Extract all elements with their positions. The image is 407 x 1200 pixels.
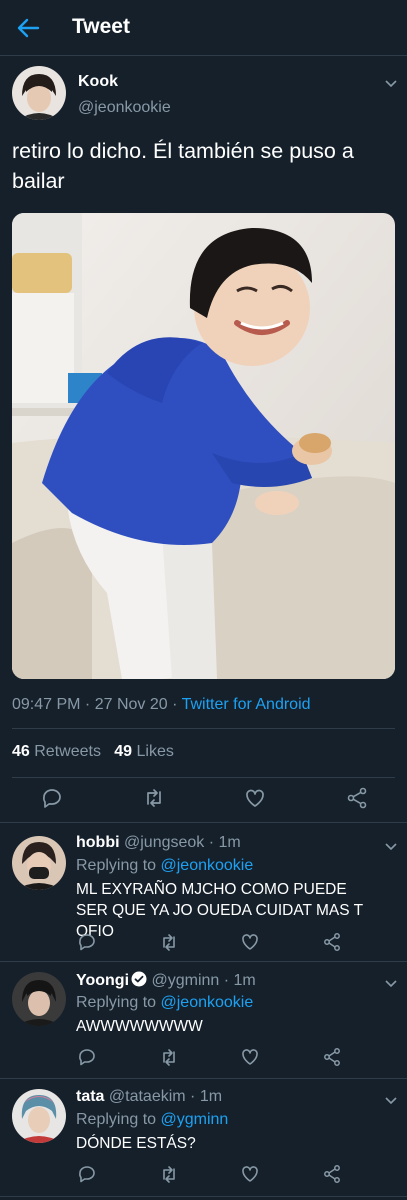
- retweet-icon[interactable]: [157, 1162, 181, 1186]
- reply-name[interactable]: Yoongi: [76, 972, 129, 989]
- chevron-down-icon[interactable]: [384, 76, 398, 88]
- retweets-count[interactable]: 46: [12, 743, 30, 760]
- reply-name[interactable]: hobbi: [76, 834, 120, 851]
- divider: [12, 728, 395, 729]
- reply-author: Yoongi @ygminn · 1m: [76, 971, 256, 990]
- retweet-icon[interactable]: [157, 1045, 181, 1069]
- replying-to: Replying to @jeonkookie: [76, 994, 253, 1012]
- tweet-stats: 46 Retweets 49 Likes: [12, 743, 174, 761]
- tweet-source-link[interactable]: Twitter for Android: [182, 696, 311, 713]
- replying-to: Replying to @jeonkookie: [76, 857, 253, 875]
- page-title: Tweet: [72, 15, 130, 38]
- avatar[interactable]: [12, 66, 66, 120]
- reply-actions: [0, 1162, 407, 1192]
- tweet-timestamp: 09:47 PM · 27 Nov 20 · Twitter for Andro…: [12, 696, 311, 714]
- mention-link[interactable]: @ygminn: [161, 1111, 229, 1128]
- divider: [12, 777, 395, 778]
- tweet-text: retiro lo dicho. Él también se puso a ba…: [12, 139, 354, 193]
- like-icon[interactable]: [238, 1162, 262, 1186]
- avatar[interactable]: [12, 836, 66, 890]
- reply-icon[interactable]: [75, 1162, 99, 1186]
- share-icon[interactable]: [320, 930, 344, 954]
- divider: [0, 961, 407, 962]
- reply-author: tata @tataekim · 1m: [76, 1088, 222, 1106]
- reply-author: hobbi @jungseok · 1m: [76, 834, 241, 852]
- divider: [0, 1196, 407, 1197]
- chevron-down-icon[interactable]: [384, 839, 398, 851]
- chevron-down-icon[interactable]: [384, 976, 398, 988]
- retweet-icon[interactable]: [157, 930, 181, 954]
- divider: [0, 1078, 407, 1079]
- reply-icon[interactable]: [40, 786, 64, 810]
- author-handle[interactable]: @jeonkookie: [78, 99, 171, 117]
- tweet-actions: [0, 786, 407, 816]
- mention-link[interactable]: @jeonkookie: [161, 857, 254, 874]
- likes-label[interactable]: Likes: [132, 743, 174, 760]
- replying-to: Replying to @ygminn: [76, 1111, 228, 1129]
- share-icon[interactable]: [320, 1045, 344, 1069]
- avatar[interactable]: [12, 1089, 66, 1143]
- verified-badge-icon: [131, 971, 147, 987]
- replying-label: Replying to: [76, 857, 161, 874]
- reply-text: AWWWWWWWW: [76, 1018, 203, 1035]
- reply-text: DÓNDE ESTÁS?: [76, 1135, 196, 1152]
- reply-handle[interactable]: @tataekim · 1m: [104, 1088, 222, 1105]
- reply-actions: [0, 1045, 407, 1075]
- like-icon[interactable]: [238, 930, 262, 954]
- retweet-icon[interactable]: [142, 786, 166, 810]
- reply-handle[interactable]: @ygminn · 1m: [147, 972, 255, 989]
- reply-handle[interactable]: @jungseok · 1m: [120, 834, 241, 851]
- share-icon[interactable]: [320, 1162, 344, 1186]
- reply-icon[interactable]: [75, 930, 99, 954]
- reply-icon[interactable]: [75, 1045, 99, 1069]
- share-icon[interactable]: [345, 786, 369, 810]
- tweet-time: 09:47 PM · 27 Nov 20 ·: [12, 696, 182, 713]
- avatar[interactable]: [12, 972, 66, 1026]
- replying-label: Replying to: [76, 1111, 161, 1128]
- tweet-photo[interactable]: [12, 213, 395, 679]
- author-name[interactable]: Kook: [78, 73, 118, 91]
- replying-label: Replying to: [76, 994, 161, 1011]
- retweets-label[interactable]: Retweets: [30, 743, 101, 760]
- reply-name[interactable]: tata: [76, 1088, 104, 1105]
- back-arrow-icon[interactable]: [14, 16, 42, 40]
- reply-actions: [0, 930, 407, 960]
- like-icon[interactable]: [238, 1045, 262, 1069]
- chevron-down-icon[interactable]: [384, 1093, 398, 1105]
- likes-count[interactable]: 49: [114, 743, 132, 760]
- divider: [0, 822, 407, 823]
- mention-link[interactable]: @jeonkookie: [161, 994, 254, 1011]
- like-icon[interactable]: [243, 786, 267, 810]
- top-bar: Tweet: [0, 0, 407, 56]
